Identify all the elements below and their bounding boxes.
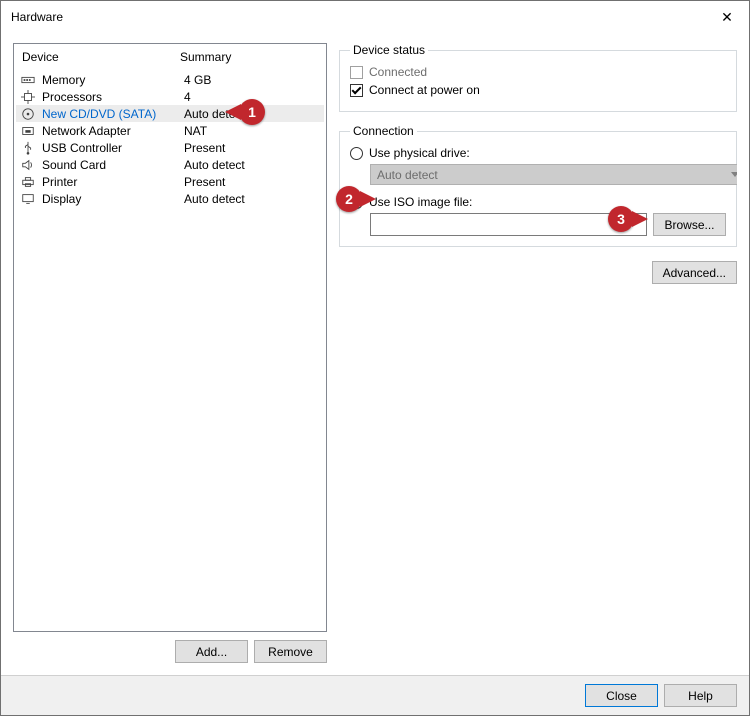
close-button[interactable]: Close	[585, 684, 658, 707]
dialog-footer: Close Help	[1, 675, 749, 715]
use-physical-drive-radio[interactable]	[350, 147, 363, 160]
device-summary-cell: 4 GB	[184, 73, 211, 87]
device-row[interactable]: USB Controller Present	[16, 139, 324, 156]
device-list-header: Device Summary	[14, 44, 326, 70]
device-name-cell: Network Adapter	[42, 124, 178, 138]
printer-icon	[20, 174, 36, 190]
device-list: Device Summary Memory4 GBProcessors4New …	[13, 43, 327, 632]
device-name-cell: Sound Card	[42, 158, 178, 172]
device-summary-cell: 4	[184, 90, 191, 104]
device-summary-cell: NAT	[184, 124, 207, 138]
connected-checkbox	[350, 66, 363, 79]
sound-icon	[20, 157, 36, 173]
device-row[interactable]: Processors 4	[16, 88, 324, 105]
advanced-button[interactable]: Advanced...	[652, 261, 737, 284]
title-bar: Hardware ✕	[1, 1, 749, 33]
help-button[interactable]: Help	[664, 684, 737, 707]
device-name-cell: Display	[42, 192, 178, 206]
connected-label: Connected	[369, 65, 427, 79]
callout-3: 3	[608, 206, 634, 232]
window-title: Hardware	[11, 10, 63, 24]
memory-icon	[20, 72, 36, 88]
connection-group: Connection Use physical drive: Auto dete…	[339, 124, 737, 247]
usb-icon	[20, 140, 36, 156]
device-row[interactable]: Display Auto detect	[16, 190, 324, 207]
column-summary[interactable]: Summary	[180, 50, 231, 64]
browse-button[interactable]: Browse...	[653, 213, 726, 236]
chevron-down-icon	[731, 172, 737, 177]
device-name-cell: Memory	[42, 73, 178, 87]
device-name-cell: Processors	[42, 90, 178, 104]
iso-path-input[interactable]	[370, 213, 647, 236]
cpu-icon	[20, 89, 36, 105]
add-button[interactable]: Add...	[175, 640, 248, 663]
device-name-cell: USB Controller	[42, 141, 178, 155]
use-iso-label: Use ISO image file:	[369, 195, 472, 209]
connect-at-power-on-label: Connect at power on	[369, 83, 480, 97]
device-status-legend: Device status	[350, 43, 428, 57]
callout-1: 1	[239, 99, 265, 125]
display-icon	[20, 191, 36, 207]
use-physical-drive-label: Use physical drive:	[369, 146, 470, 160]
device-summary-cell: Present	[184, 141, 225, 155]
device-row[interactable]: Printer Present	[16, 173, 324, 190]
connect-at-power-on-checkbox[interactable]	[350, 84, 363, 97]
device-row[interactable]: Network Adapter NAT	[16, 122, 324, 139]
device-row[interactable]: Memory 4 GB	[16, 71, 324, 88]
device-name-cell: New CD/DVD (SATA)	[42, 107, 178, 121]
physical-drive-combo: Auto detect	[370, 164, 737, 185]
net-icon	[20, 123, 36, 139]
device-status-group: Device status Connected Connect at power…	[339, 43, 737, 112]
device-summary-cell: Auto detect	[184, 192, 245, 206]
callout-2: 2	[336, 186, 362, 212]
device-summary-cell: Present	[184, 175, 225, 189]
cd-icon	[20, 106, 36, 122]
close-icon[interactable]: ✕	[705, 1, 749, 33]
device-row[interactable]: Sound Card Auto detect	[16, 156, 324, 173]
remove-button[interactable]: Remove	[254, 640, 327, 663]
device-name-cell: Printer	[42, 175, 178, 189]
connection-legend: Connection	[350, 124, 417, 138]
device-row[interactable]: New CD/DVD (SATA)Auto detect	[16, 105, 324, 122]
device-summary-cell: Auto detect	[184, 158, 245, 172]
column-device[interactable]: Device	[22, 50, 180, 64]
